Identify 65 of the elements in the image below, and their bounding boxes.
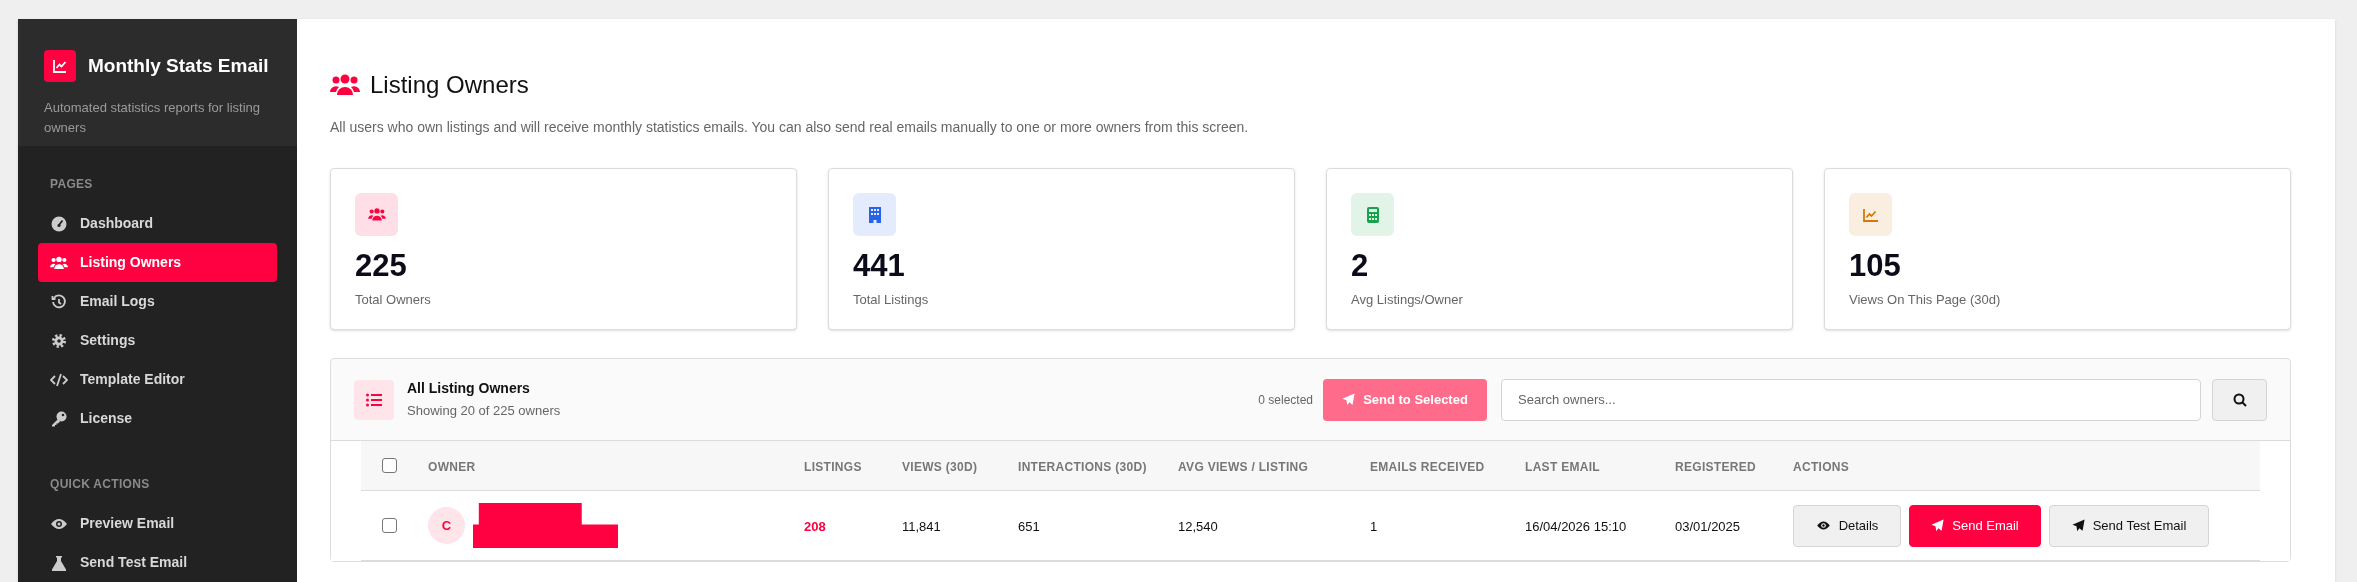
key-icon: [50, 410, 68, 427]
app-subtitle: Automated statistics reports for listing owners: [44, 99, 262, 137]
stat-label: Total Listings: [853, 291, 930, 309]
sidebar-item[interactable]: Email Logs: [38, 282, 277, 321]
selected-count: 0 selected: [1258, 391, 1313, 409]
column-header: EMAILS RECEIVED: [1370, 459, 1485, 474]
panel-title: All Listing Owners: [407, 379, 531, 399]
sidebar-item[interactable]: Send Test Email: [38, 543, 277, 582]
sidebar-item[interactable]: Settings: [38, 321, 277, 360]
sidebar-item[interactable]: Dashboard: [38, 204, 277, 243]
paper-plane-icon: [2071, 519, 2085, 532]
checkbox[interactable]: [382, 458, 397, 473]
column-header: REGISTERED: [1675, 459, 1756, 474]
panel-subtitle: Showing 20 of 225 owners: [407, 402, 561, 421]
flask-icon: [50, 554, 68, 571]
list-icon: [354, 379, 394, 420]
checkbox[interactable]: [382, 518, 397, 533]
column-header: AVG VIEWS / LISTING: [1178, 459, 1309, 474]
section-heading: QUICK ACTIONS: [49, 476, 151, 493]
stat-label: Total Owners: [355, 291, 432, 309]
column-header: LISTINGS: [804, 459, 862, 474]
column-header: OWNER: [428, 459, 476, 474]
users-icon: [330, 74, 360, 96]
search-field[interactable]: Search owners...: [1501, 378, 2201, 421]
users-icon: [50, 255, 68, 270]
eye-icon: [1815, 520, 1831, 531]
table-cell: 1: [1370, 518, 1378, 534]
details-button[interactable]: Details: [1793, 504, 1901, 547]
table-cell: 208: [804, 518, 826, 534]
eye-icon: [50, 516, 68, 531]
sidebar-item[interactable]: Template Editor: [38, 360, 277, 399]
section-heading: PAGES: [49, 176, 94, 193]
search-button[interactable]: [2212, 378, 2267, 421]
gear-icon: [50, 332, 68, 349]
column-header: ACTIONS: [1793, 459, 1850, 474]
stat-label: Views On This Page (30d): [1849, 291, 2002, 309]
stat-value: 2: [1351, 247, 1370, 285]
column-header: INTERACTIONS (30D): [1018, 459, 1147, 474]
sidebar-item[interactable]: Listing Owners: [38, 243, 277, 282]
sidebar-item[interactable]: License: [38, 399, 277, 438]
table-cell: 16/04/2026 15:10: [1525, 518, 1627, 534]
logo-icon: [44, 50, 76, 82]
paper-plane-icon: [1342, 393, 1356, 406]
page-title: Listing Owners: [370, 70, 529, 100]
send-email-button[interactable]: Send Email: [1909, 504, 2041, 547]
stat-value: 105: [1849, 247, 1902, 285]
paper-plane-icon: [1931, 519, 1945, 532]
column-header: VIEWS (30D): [902, 459, 978, 474]
column-header: LAST EMAIL: [1525, 459, 1600, 474]
table-cell: 03/01/2025: [1675, 518, 1741, 534]
search-icon: [2232, 392, 2247, 407]
history-icon: [50, 293, 68, 310]
table-cell: 11,841: [902, 518, 941, 534]
table-cell: 12,540: [1178, 518, 1218, 534]
table-cell: 651: [1018, 518, 1040, 534]
stat-value: 225: [355, 247, 408, 285]
gauge-icon: [50, 215, 68, 232]
stat-label: Avg Listings/Owner: [1351, 291, 1464, 309]
send-test-email-button[interactable]: Send Test Email: [2049, 504, 2209, 547]
avatar: C: [428, 507, 465, 544]
app-title: Monthly Stats Email: [88, 53, 269, 78]
sidebar-item[interactable]: Preview Email: [38, 504, 277, 543]
code-icon: [50, 372, 68, 387]
page-description: All users who own listings and will receive monthly statistics emails. You can also send real emails manually to one or more owners from this screen.: [330, 118, 1250, 137]
stat-value: 441: [853, 247, 906, 285]
